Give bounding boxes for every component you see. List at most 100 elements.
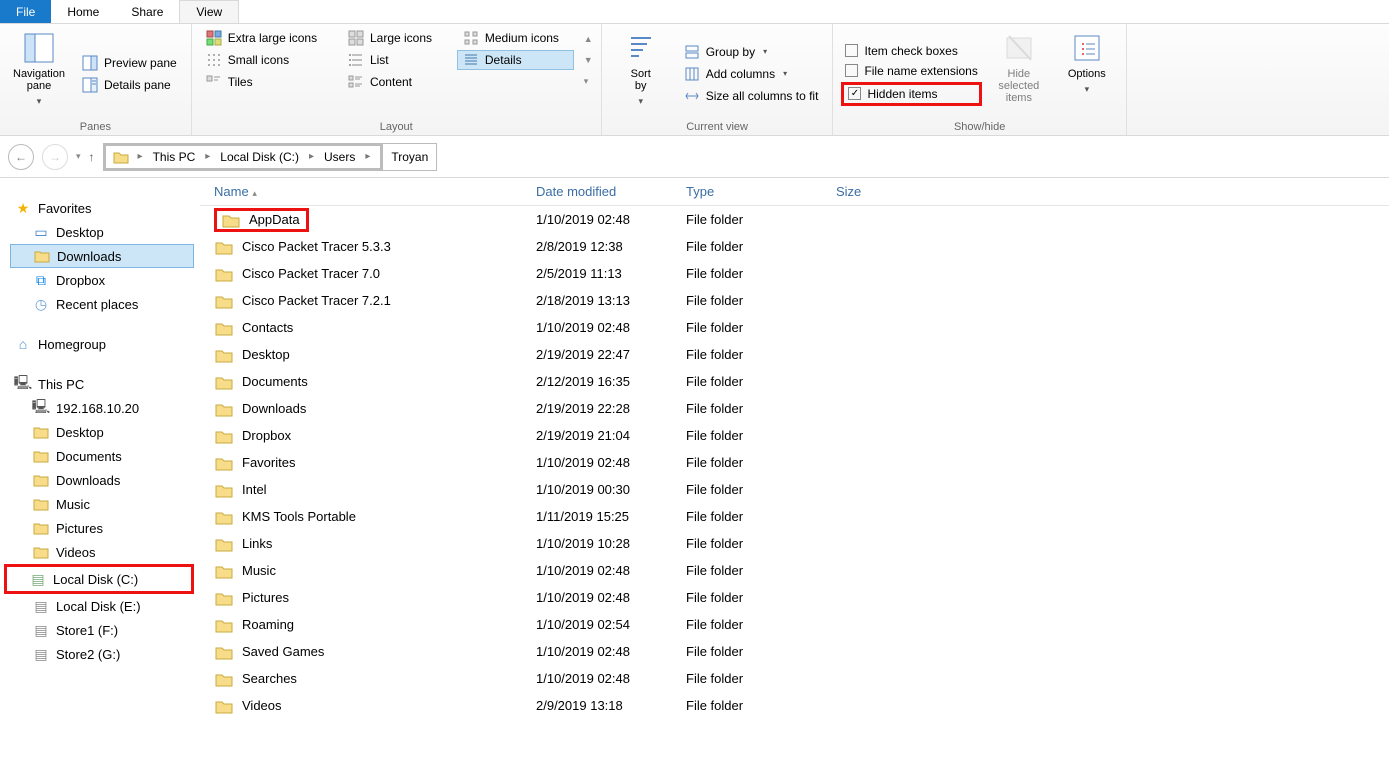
details-pane-button[interactable]: Details pane	[76, 75, 183, 95]
chevron-right-icon[interactable]: ▸	[201, 151, 214, 162]
col-size[interactable]: Size	[836, 184, 956, 199]
sidebar-desktop2[interactable]: Desktop	[10, 420, 194, 444]
layout-large[interactable]: Large icons	[342, 28, 447, 48]
table-row[interactable]: Dropbox2/19/2019 21:04File folder	[200, 422, 1389, 449]
address-bar-row: ← → ▾ ↑ ▸ This PC ▸ Local Disk (C:) ▸ Us…	[0, 136, 1389, 178]
sidebar-drive-f[interactable]: ▤Store1 (F:)	[10, 618, 194, 642]
hidden-items[interactable]: ✓Hidden items	[844, 85, 978, 103]
scroll-down-icon[interactable]: ▼	[584, 55, 593, 65]
forward-button[interactable]: →	[42, 144, 68, 170]
table-row[interactable]: Videos2/9/2019 13:18File folder	[200, 692, 1389, 719]
tab-share[interactable]: Share	[115, 0, 179, 23]
tab-home[interactable]: Home	[51, 0, 115, 23]
layout-content[interactable]: Content	[342, 72, 447, 92]
layout-small[interactable]: Small icons	[200, 50, 332, 70]
main-area: ★Favorites ▭Desktop Downloads ⧉Dropbox ◷…	[0, 178, 1389, 774]
hide-selected-button[interactable]: Hide selected items	[988, 28, 1050, 119]
drive-icon: ▤	[32, 645, 50, 663]
layout-list[interactable]: List	[342, 50, 447, 70]
sort-asc-icon: ▴	[252, 188, 257, 198]
folder-icon	[214, 292, 234, 310]
folder-icon	[214, 562, 234, 580]
table-row[interactable]: Music1/10/2019 02:48File folder	[200, 557, 1389, 584]
group-by-button[interactable]: Group by▾	[678, 42, 825, 62]
crumb-drive[interactable]: Local Disk (C:)	[218, 150, 301, 164]
dropbox-icon: ⧉	[32, 271, 50, 289]
up-button[interactable]: ↑	[89, 150, 95, 164]
details-pane-icon	[82, 77, 98, 93]
sidebar-favorites[interactable]: ★Favorites	[10, 196, 194, 220]
crumb-users[interactable]: Users	[322, 150, 357, 164]
table-row[interactable]: Downloads2/19/2019 22:28File folder	[200, 395, 1389, 422]
table-row[interactable]: Cisco Packet Tracer 5.3.32/8/2019 12:38F…	[200, 233, 1389, 260]
file-date: 1/10/2019 02:48	[536, 644, 686, 659]
chevron-right-icon[interactable]: ▸	[305, 151, 318, 162]
breadcrumb-tail[interactable]: Troyan	[383, 143, 437, 171]
sidebar-drive-c[interactable]: ▤Local Disk (C:)	[13, 567, 191, 591]
sort-by-button[interactable]: Sort by ▾	[610, 28, 672, 119]
sidebar-homegroup[interactable]: ⌂Homegroup	[10, 332, 194, 356]
file-name: Links	[242, 536, 272, 551]
sidebar-downloads2[interactable]: Downloads	[10, 468, 194, 492]
expand-icon[interactable]: ▾	[584, 76, 593, 87]
sidebar-dropbox[interactable]: ⧉Dropbox	[10, 268, 194, 292]
file-type: File folder	[686, 536, 836, 551]
table-row[interactable]: Desktop2/19/2019 22:47File folder	[200, 341, 1389, 368]
file-type: File folder	[686, 482, 836, 497]
table-row[interactable]: Saved Games1/10/2019 02:48File folder	[200, 638, 1389, 665]
grid-icon	[206, 30, 222, 46]
table-row[interactable]: Intel1/10/2019 00:30File folder	[200, 476, 1389, 503]
table-row[interactable]: AppData1/10/2019 02:48File folder	[200, 206, 1389, 233]
item-check-boxes[interactable]: Item check boxes	[841, 42, 981, 60]
back-button[interactable]: ←	[8, 144, 34, 170]
table-row[interactable]: Contacts1/10/2019 02:48File folder	[200, 314, 1389, 341]
file-type: File folder	[686, 428, 836, 443]
scroll-up-icon[interactable]: ▲	[584, 34, 593, 44]
column-headers: Name ▴ Date modified Type Size	[200, 178, 1389, 206]
col-date[interactable]: Date modified	[536, 184, 686, 199]
options-button[interactable]: Options ▾	[1056, 28, 1118, 119]
sidebar-downloads[interactable]: Downloads	[10, 244, 194, 268]
table-row[interactable]: KMS Tools Portable1/11/2019 15:25File fo…	[200, 503, 1389, 530]
layout-extra-large[interactable]: Extra large icons	[200, 28, 332, 48]
table-row[interactable]: Searches1/10/2019 02:48File folder	[200, 665, 1389, 692]
layout-tiles[interactable]: Tiles	[200, 72, 332, 92]
folder-icon	[214, 319, 234, 337]
sidebar-videos[interactable]: Videos	[10, 540, 194, 564]
ribbon: Navigation pane ▾ Preview pane Details p…	[0, 24, 1389, 136]
sidebar-desktop[interactable]: ▭Desktop	[10, 220, 194, 244]
col-type[interactable]: Type	[686, 184, 836, 199]
sidebar-documents[interactable]: Documents	[10, 444, 194, 468]
chevron-down-icon[interactable]: ▾	[76, 151, 81, 162]
sidebar-drive-e[interactable]: ▤Local Disk (E:)	[10, 594, 194, 618]
add-columns-button[interactable]: Add columns▾	[678, 64, 825, 84]
table-row[interactable]: Cisco Packet Tracer 7.02/5/2019 11:13Fil…	[200, 260, 1389, 287]
navigation-pane-button[interactable]: Navigation pane ▾	[8, 28, 70, 119]
crumb-user[interactable]: Troyan	[389, 150, 430, 164]
size-columns-button[interactable]: Size all columns to fit	[678, 86, 825, 106]
sidebar-thispc[interactable]: 🖳This PC	[10, 372, 194, 396]
tab-file[interactable]: File	[0, 0, 51, 23]
file-name-extensions[interactable]: File name extensions	[841, 62, 981, 80]
table-row[interactable]: Roaming1/10/2019 02:54File folder	[200, 611, 1389, 638]
preview-pane-button[interactable]: Preview pane	[76, 53, 183, 73]
sidebar-nas[interactable]: 🖳192.168.10.20	[10, 396, 194, 420]
table-row[interactable]: Favorites1/10/2019 02:48File folder	[200, 449, 1389, 476]
table-row[interactable]: Documents2/12/2019 16:35File folder	[200, 368, 1389, 395]
crumb-thispc[interactable]: This PC	[151, 150, 198, 164]
sidebar-pictures[interactable]: Pictures	[10, 516, 194, 540]
table-row[interactable]: Pictures1/10/2019 02:48File folder	[200, 584, 1389, 611]
sidebar-recent[interactable]: ◷Recent places	[10, 292, 194, 316]
tab-view[interactable]: View	[179, 0, 239, 23]
col-name[interactable]: Name ▴	[214, 184, 536, 199]
sidebar-drive-g[interactable]: ▤Store2 (G:)	[10, 642, 194, 666]
table-row[interactable]: Cisco Packet Tracer 7.2.12/18/2019 13:13…	[200, 287, 1389, 314]
sort-icon	[625, 32, 657, 64]
table-row[interactable]: Links1/10/2019 10:28File folder	[200, 530, 1389, 557]
chevron-right-icon[interactable]: ▸	[134, 151, 147, 162]
file-date: 2/18/2019 13:13	[536, 293, 686, 308]
layout-details[interactable]: Details	[457, 50, 574, 70]
chevron-right-icon[interactable]: ▸	[361, 151, 374, 162]
sidebar-music[interactable]: Music	[10, 492, 194, 516]
layout-medium[interactable]: Medium icons	[457, 28, 574, 48]
